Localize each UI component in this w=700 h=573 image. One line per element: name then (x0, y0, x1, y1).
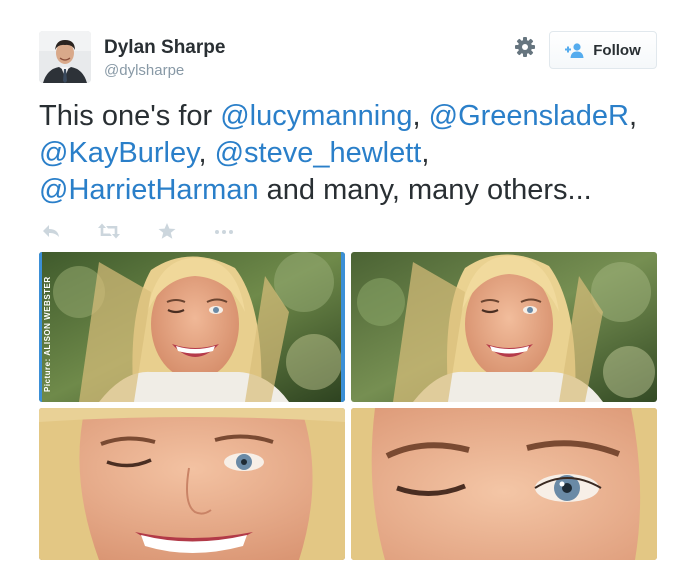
tweet-text-segment: , (628, 100, 637, 132)
tweet-text: This one's for @lucymanning, @Greenslade… (39, 98, 689, 209)
tweet-line: This one's for @lucymanning, @Greenslade… (39, 98, 689, 135)
tweet-text-segment: , (198, 137, 215, 169)
mention-link[interactable]: @HarrietHarman (39, 174, 259, 206)
tweet-text-segment: and many, many others... (258, 174, 592, 206)
tweet-line: @KayBurley, @steve_hewlett, (39, 135, 689, 172)
tweet-text-segment: This one's for (39, 100, 221, 132)
mention-link[interactable]: @steve_hewlett (215, 137, 422, 169)
photo-credit: Picture: ALISON WEBSTER (43, 276, 52, 392)
mention-link[interactable]: @GreensladeR (429, 100, 629, 132)
gear-icon[interactable] (514, 36, 536, 58)
reply-icon[interactable] (41, 222, 63, 242)
more-icon[interactable] (213, 222, 235, 242)
follow-user-icon (565, 42, 585, 58)
favorite-icon[interactable] (157, 222, 179, 242)
user-avatar[interactable] (39, 31, 91, 83)
tweet-media-grid: Picture: ALISON WEBSTER (39, 252, 657, 560)
mention-link[interactable]: @KayBurley (39, 137, 198, 169)
retweet-icon[interactable] (97, 222, 120, 242)
user-display-name[interactable]: Dylan Sharpe (104, 37, 225, 59)
follow-button-label: Follow (593, 41, 641, 59)
mention-link[interactable]: @lucymanning (220, 100, 412, 132)
tweet-text-segment: , (421, 137, 430, 169)
follow-button[interactable]: Follow (549, 31, 657, 69)
media-photo[interactable]: Picture: ALISON WEBSTER (39, 252, 345, 402)
media-photo[interactable] (351, 408, 657, 560)
user-handle[interactable]: @dylsharpe (104, 62, 184, 79)
tweet-text-segment: , (412, 100, 429, 132)
media-photo[interactable] (39, 408, 345, 560)
tweet-line: @HarrietHarman and many, many others... (39, 172, 689, 209)
media-photo[interactable] (351, 252, 657, 402)
